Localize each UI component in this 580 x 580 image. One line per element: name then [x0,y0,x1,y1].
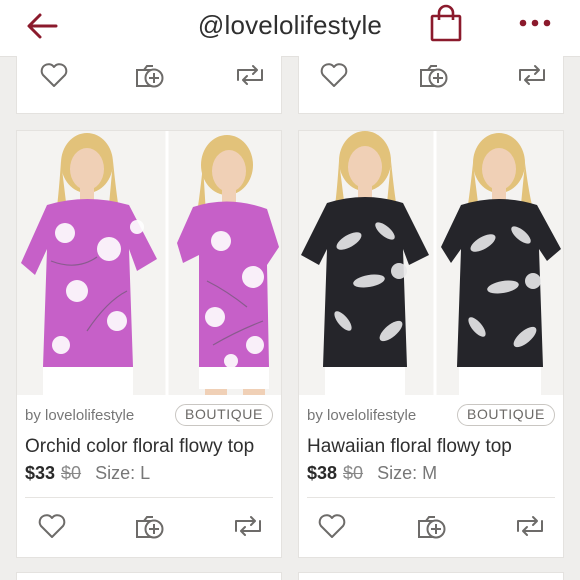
add-to-bundle-icon [418,516,446,539]
price: $38 [307,463,338,483]
add-to-bundle-button[interactable] [133,509,167,543]
listing-card-next-left[interactable] [16,572,282,580]
price: $33 [25,463,56,483]
page-title: @lovelolifestyle [197,10,383,40]
original-price: $0 [343,463,364,483]
like-button[interactable] [317,58,351,92]
add-to-bundle-icon [420,65,448,88]
add-to-bundle-button[interactable] [415,509,449,543]
card-actions [17,509,281,557]
original-price: $0 [61,463,82,483]
add-to-bundle-icon [136,65,164,88]
top-bar: @lovelolifestyle [0,0,580,57]
heart-icon [318,514,346,538]
share-icon [517,516,543,536]
heart-icon [38,514,66,538]
seller-name[interactable]: by lovelolifestyle [307,407,416,424]
add-to-bundle-button[interactable] [417,58,451,92]
card-divider [307,497,555,498]
listing-card[interactable]: by lovelolifestyle BOUTIQUE Hawaiian flo… [298,130,564,558]
boutique-badge: BOUTIQUE [457,404,555,426]
boutique-badge: BOUTIQUE [175,404,273,426]
listing-card-prev-right [298,56,564,114]
share-icon [237,65,263,85]
shopping-bag-button[interactable] [428,4,464,44]
price-line: $33 $0 Size: L [25,463,150,484]
share-button[interactable] [513,509,547,543]
like-button[interactable] [315,509,349,543]
add-to-bundle-icon [136,516,164,539]
card-actions [17,58,281,106]
product-photo[interactable] [299,131,563,395]
share-button[interactable] [231,509,265,543]
product-photo[interactable] [17,131,281,395]
heart-icon [320,63,348,87]
more-options-button[interactable] [518,12,552,34]
price-line: $38 $0 Size: M [307,463,437,484]
like-button[interactable] [37,58,71,92]
seller-name[interactable]: by lovelolifestyle [25,407,134,424]
share-icon [235,516,261,536]
listing-card[interactable]: by lovelolifestyle BOUTIQUE Orchid color… [16,130,282,558]
size-label: Size: M [377,463,438,483]
card-actions [299,509,563,557]
more-dots-icon [519,19,551,27]
share-button[interactable] [515,58,549,92]
listing-card-next-right[interactable] [298,572,564,580]
listing-card-prev-left [16,56,282,114]
card-actions [299,58,563,106]
heart-icon [40,63,68,87]
card-divider [25,497,273,498]
share-icon [519,65,545,85]
add-to-bundle-button[interactable] [133,58,167,92]
like-button[interactable] [35,509,69,543]
listing-title[interactable]: Hawaiian floral flowy top [307,436,512,458]
size-label: Size: L [95,463,151,483]
share-button[interactable] [233,58,267,92]
listing-title[interactable]: Orchid color floral flowy top [25,436,254,458]
shopping-bag-icon [430,4,462,42]
